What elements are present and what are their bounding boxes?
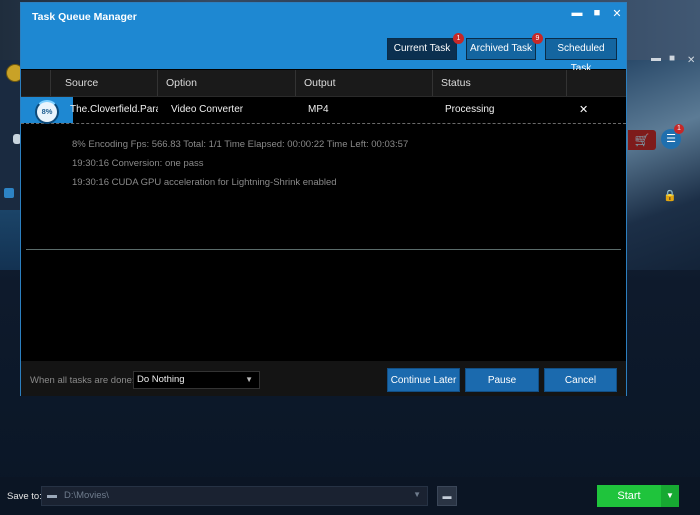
column-source[interactable]: Source: [51, 70, 158, 96]
tab-archived-task[interactable]: Archived Task: [466, 38, 536, 60]
start-dropdown-icon[interactable]: ▼: [661, 485, 679, 507]
dialog-footer: When all tasks are done: Do Nothing ▼ Co…: [21, 361, 626, 396]
pause-button[interactable]: Pause: [465, 368, 539, 392]
app-minimize-icon[interactable]: ▬: [651, 53, 661, 64]
remove-icon[interactable]: ✕: [579, 97, 588, 123]
column-status[interactable]: Status: [433, 70, 567, 96]
tab-current-task[interactable]: Current Task: [387, 38, 457, 60]
tab-scheduled-task[interactable]: Scheduled Task: [545, 38, 617, 74]
log-line: 8% Encoding Fps: 566.83 Total: 1/1 Time …: [72, 139, 409, 150]
save-path-value: D:\Movies\: [64, 490, 109, 501]
minimize-icon[interactable]: ▬: [570, 7, 584, 19]
chevron-down-icon[interactable]: ▼: [413, 490, 421, 499]
log-line: 19:30:16 Conversion: one pass: [72, 158, 204, 169]
continue-later-button[interactable]: Continue Later: [387, 368, 460, 392]
task-status: Processing: [445, 104, 495, 115]
dialog-title: Task Queue Manager: [32, 11, 137, 23]
menu-badge: 1: [674, 124, 684, 134]
progress-ring-icon: 8%: [35, 100, 59, 124]
task-output: MP4: [308, 104, 329, 115]
app-maximize-icon[interactable]: ■: [669, 53, 675, 64]
when-done-value: Do Nothing: [137, 374, 185, 385]
folder-icon: ▬: [47, 490, 57, 501]
save-path-field[interactable]: ▬ D:\Movies\ ▼: [41, 486, 428, 506]
current-task-badge: 1: [453, 33, 464, 44]
lock-icon[interactable]: 🔒: [663, 189, 677, 202]
task-row[interactable]: 8% The.Cloverfield.Parado: Video Convert…: [21, 97, 626, 124]
column-spacer: [21, 70, 51, 96]
archived-task-badge: 9: [532, 33, 543, 44]
start-button[interactable]: Start: [597, 485, 661, 507]
app-close-icon[interactable]: ✕: [687, 55, 695, 66]
task-queue-dialog: Task Queue Manager ▬ ■ ✕ Current Task 1 …: [20, 2, 627, 396]
cart-icon[interactable]: 🛒: [628, 130, 656, 150]
task-table-header: Source Option Output Status: [21, 70, 626, 97]
side-checkbox[interactable]: [4, 188, 14, 198]
browse-folder-button[interactable]: ▬: [437, 486, 457, 506]
task-progress-area: 8%: [21, 97, 73, 124]
dialog-header: Task Queue Manager ▬ ■ ✕ Current Task 1 …: [21, 3, 626, 74]
chevron-down-icon: ▼: [245, 375, 253, 384]
task-option: Video Converter: [171, 104, 244, 115]
close-icon[interactable]: ✕: [610, 7, 624, 20]
task-source: The.Cloverfield.Parado:: [70, 104, 158, 115]
log-line: 19:30:16 CUDA GPU acceleration for Light…: [72, 177, 337, 188]
cancel-button[interactable]: Cancel: [544, 368, 617, 392]
background-right: [627, 60, 700, 270]
when-done-label: When all tasks are done:: [30, 375, 135, 386]
when-done-select[interactable]: Do Nothing ▼: [133, 371, 260, 389]
column-option[interactable]: Option: [158, 70, 296, 96]
maximize-icon[interactable]: ■: [590, 7, 604, 19]
save-to-label: Save to:: [7, 491, 42, 502]
column-output[interactable]: Output: [296, 70, 433, 96]
log-divider: [26, 249, 621, 250]
bottom-bar: Save to: ▬ D:\Movies\ ▼ ▬ Start ▼: [0, 477, 700, 515]
